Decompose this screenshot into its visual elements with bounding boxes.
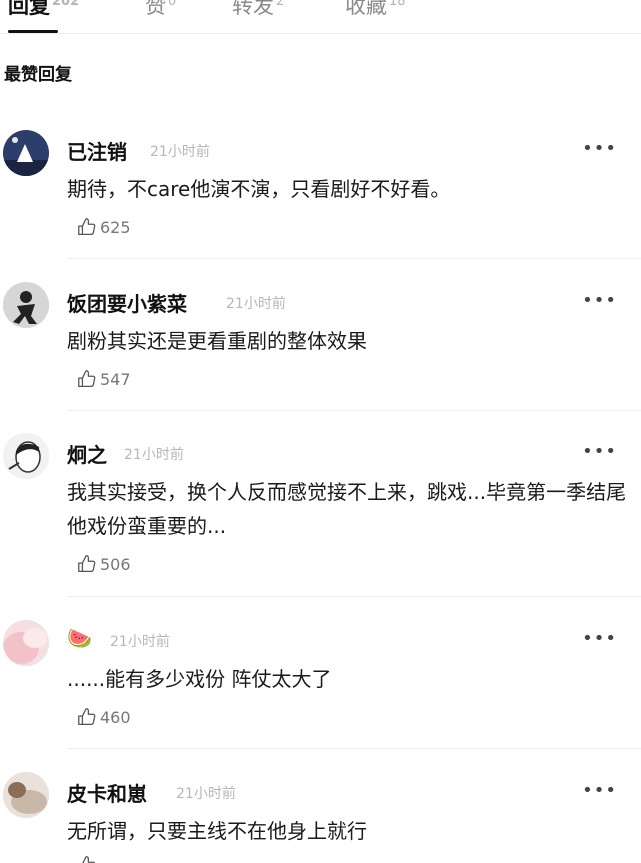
timestamp: 21小时前 [110,634,170,650]
timestamp: 21小时前 [150,144,210,160]
tab-replies[interactable]: 回复 202 [8,0,79,20]
tab-favorites[interactable]: 收藏 18 [345,0,406,20]
tab-bar: 回复 202 赞0 转发 2 收藏 18 [0,0,641,34]
divider [67,596,641,597]
divider [67,748,641,749]
comment-text: 无所谓，只要主线不在他身上就行 [67,819,367,843]
divider [67,410,641,411]
like-count: 460 [100,707,131,727]
thumbs-up-icon [82,856,96,863]
thumbs-up-icon [78,218,96,235]
tab-replies-label: 回复 [8,0,50,18]
like-button[interactable]: 460 [76,706,131,728]
tab-replies-count: 202 [52,0,80,9]
more-options-icon[interactable]: ••• [582,628,617,649]
thumbs-up-icon [78,708,96,725]
more-options-icon[interactable]: ••• [582,780,617,801]
like-button[interactable]: 625 [76,216,131,238]
avatar-image [3,282,49,328]
tab-likes-count: 0 [168,0,177,9]
comment-text: 剧粉其实还是更看重剧的整体效果 [67,329,367,353]
active-tab-indicator [8,30,58,33]
comment-text: 期待，不care他演不演，只看剧好不好看。 [67,177,451,201]
username[interactable]: 🍉 [67,626,92,650]
more-options-icon[interactable]: ••• [582,290,617,311]
more-options-icon[interactable]: ••• [582,138,617,159]
timestamp: 21小时前 [176,786,236,802]
tab-favorites-label: 收藏 [345,0,387,18]
comment-text: 我其实接受，换个人反而感觉接不上来，跳戏...毕竟第一季结尾他戏份蛮重要的... [67,480,627,538]
avatar-image [3,433,49,479]
timestamp: 21小时前 [124,447,184,463]
tab-reposts-count: 2 [276,0,285,9]
like-count: 506 [100,554,131,574]
thumbs-up-icon [78,555,96,572]
like-button[interactable] [76,854,100,863]
avatar[interactable] [3,282,49,328]
like-button[interactable]: 506 [76,553,131,575]
username[interactable]: 皮卡和崽 [67,778,147,807]
more-options-icon[interactable]: ••• [582,441,617,462]
avatar[interactable] [3,433,49,479]
avatar[interactable] [3,772,49,818]
timestamp: 21小时前 [226,296,286,312]
avatar-image [3,772,49,818]
avatar[interactable] [3,130,49,176]
thumbs-up-icon [78,370,96,387]
tab-reposts[interactable]: 转发 2 [232,0,284,20]
comment-text: ......能有多少戏份 阵仗太大了 [67,667,332,691]
avatar-image [3,620,49,666]
tab-favorites-count: 18 [389,0,406,9]
like-button[interactable]: 547 [76,368,131,390]
tab-likes[interactable]: 赞0 [145,0,176,20]
username[interactable]: 炯之 [67,439,107,468]
like-count: 547 [100,369,131,389]
username[interactable]: 饭团要小紫菜 [67,288,187,317]
section-title: 最赞回复 [4,65,72,85]
tab-likes-label: 赞 [145,0,166,18]
divider [67,258,641,259]
like-count: 625 [100,217,131,237]
avatar-image [3,130,49,176]
tab-reposts-label: 转发 [232,0,274,18]
avatar[interactable] [3,620,49,666]
username[interactable]: 已注销 [67,136,127,165]
